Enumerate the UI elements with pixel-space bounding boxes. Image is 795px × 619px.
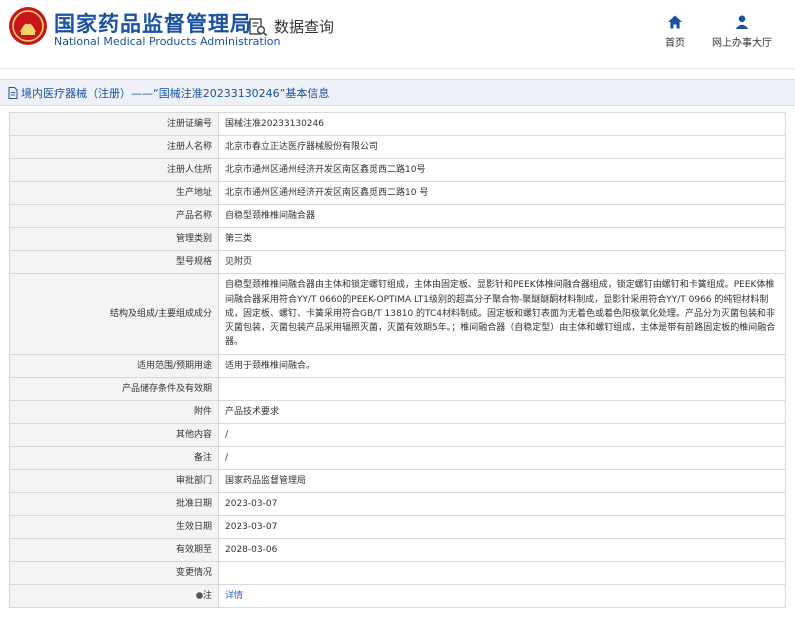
row-value: 国械注准20233130246 [218, 112, 786, 136]
row-label: 审批部门 [9, 469, 219, 493]
row-value: 适用于颈椎椎间融合。 [218, 354, 786, 378]
table-row: 变更情况 [9, 561, 786, 585]
table-row: 产品储存条件及有效期 [9, 377, 786, 401]
row-label: 注册人住所 [9, 158, 219, 182]
table-row: 审批部门 国家药品监督管理局 [9, 469, 786, 493]
row-value: 北京市春立正达医疗器械股份有限公司 [218, 135, 786, 159]
table-row: 适用范围/预期用途 适用于颈椎椎间融合。 [9, 354, 786, 378]
table-row: 型号规格 见附页 [9, 250, 786, 274]
row-label: 有效期至 [9, 538, 219, 562]
row-value: / [218, 446, 786, 470]
row-label: 生产地址 [9, 181, 219, 205]
row-value: 产品技术要求 [218, 400, 786, 424]
row-label: 管理类别 [9, 227, 219, 251]
row-value: 北京市通州区通州经济开发区南区鑫觅西二路10 号 [218, 181, 786, 205]
row-label: 结构及组成/主要组成成分 [9, 273, 219, 355]
table-row: 生效日期 2023-03-07 [9, 515, 786, 539]
row-label: 适用范围/预期用途 [9, 354, 219, 378]
nav-online-service-hall[interactable]: 网上办事大厅 [682, 14, 795, 49]
row-label: 产品储存条件及有效期 [9, 377, 219, 401]
row-value: 见附页 [218, 250, 786, 274]
table-row: 其他内容 / [9, 423, 786, 447]
row-label: 产品名称 [9, 204, 219, 228]
row-label: 型号规格 [9, 250, 219, 274]
row-value: 自稳型颈椎椎间融合器 [218, 204, 786, 228]
data-query-label: 数据查询 [274, 18, 335, 36]
row-label: 备注 [9, 446, 219, 470]
user-icon [735, 15, 749, 29]
row-value: 详情 [218, 584, 786, 608]
row-value: 第三类 [218, 227, 786, 251]
breadcrumb-text: 境内医疗器械（注册）——“国械注准20233130246”基本信息 [21, 87, 330, 100]
document-icon [8, 87, 18, 99]
row-value [218, 561, 786, 585]
home-icon [668, 15, 682, 29]
row-label: 附件 [9, 400, 219, 424]
row-value: / [218, 423, 786, 447]
nmpa-logo-icon [9, 7, 47, 45]
row-label: 注册证编号 [9, 112, 219, 136]
row-value [218, 377, 786, 401]
table-row: 附件 产品技术要求 [9, 400, 786, 424]
row-value: 北京市通州区通州经济开发区南区鑫觅西二路10号 [218, 158, 786, 182]
breadcrumb: 境内医疗器械（注册）——“国械注准20233130246”基本信息 [0, 79, 795, 106]
table-row: 有效期至 2028-03-06 [9, 538, 786, 562]
nav-service-label: 网上办事大厅 [712, 38, 772, 49]
table-row: 结构及组成/主要组成成分 自稳型颈椎椎间融合器由主体和锁定螺钉组成，主体由固定板… [9, 273, 786, 355]
data-query-title: 数据查询 [248, 16, 334, 37]
row-label: 批准日期 [9, 492, 219, 516]
table-row: 注册证编号 国械注准20233130246 [9, 112, 786, 136]
row-label-note: 注 [9, 584, 219, 608]
document-search-icon [249, 17, 268, 36]
row-label: 其他内容 [9, 423, 219, 447]
table-row: 备注 / [9, 446, 786, 470]
brand-name-cn: 国家药品监督管理局 [54, 12, 252, 36]
table-row: 注 详情 [9, 584, 786, 608]
brand-name-en: National Medical Products Administration [54, 35, 281, 48]
table-row: 注册人名称 北京市春立正达医疗器械股份有限公司 [9, 135, 786, 159]
table-row: 生产地址 北京市通州区通州经济开发区南区鑫觅西二路10 号 [9, 181, 786, 205]
row-value: 国家药品监督管理局 [218, 469, 786, 493]
row-value: 2023-03-07 [218, 492, 786, 516]
row-value: 2028-03-06 [218, 538, 786, 562]
row-label: 注册人名称 [9, 135, 219, 159]
table-row: 管理类别 第三类 [9, 227, 786, 251]
table-row: 注册人住所 北京市通州区通州经济开发区南区鑫觅西二路10号 [9, 158, 786, 182]
note-label: 注 [202, 591, 212, 601]
page-title: 境内医疗器械（注册）——“国械注准20233130246”基本信息 [8, 85, 329, 101]
row-value: 自稳型颈椎椎间融合器由主体和锁定螺钉组成，主体由固定板、显影针和PEEK体椎间融… [218, 273, 786, 355]
details-link[interactable]: 详情 [225, 591, 243, 601]
row-value: 2023-03-07 [218, 515, 786, 539]
table-row: 产品名称 自稳型颈椎椎间融合器 [9, 204, 786, 228]
row-label: 变更情况 [9, 561, 219, 585]
registration-info-table: 注册证编号 国械注准20233130246 注册人名称 北京市春立正达医疗器械股… [9, 112, 786, 608]
info-icon [196, 591, 203, 599]
site-header: 国家药品监督管理局 National Medical Products Admi… [0, 0, 795, 69]
row-label: 生效日期 [9, 515, 219, 539]
table-row: 批准日期 2023-03-07 [9, 492, 786, 516]
